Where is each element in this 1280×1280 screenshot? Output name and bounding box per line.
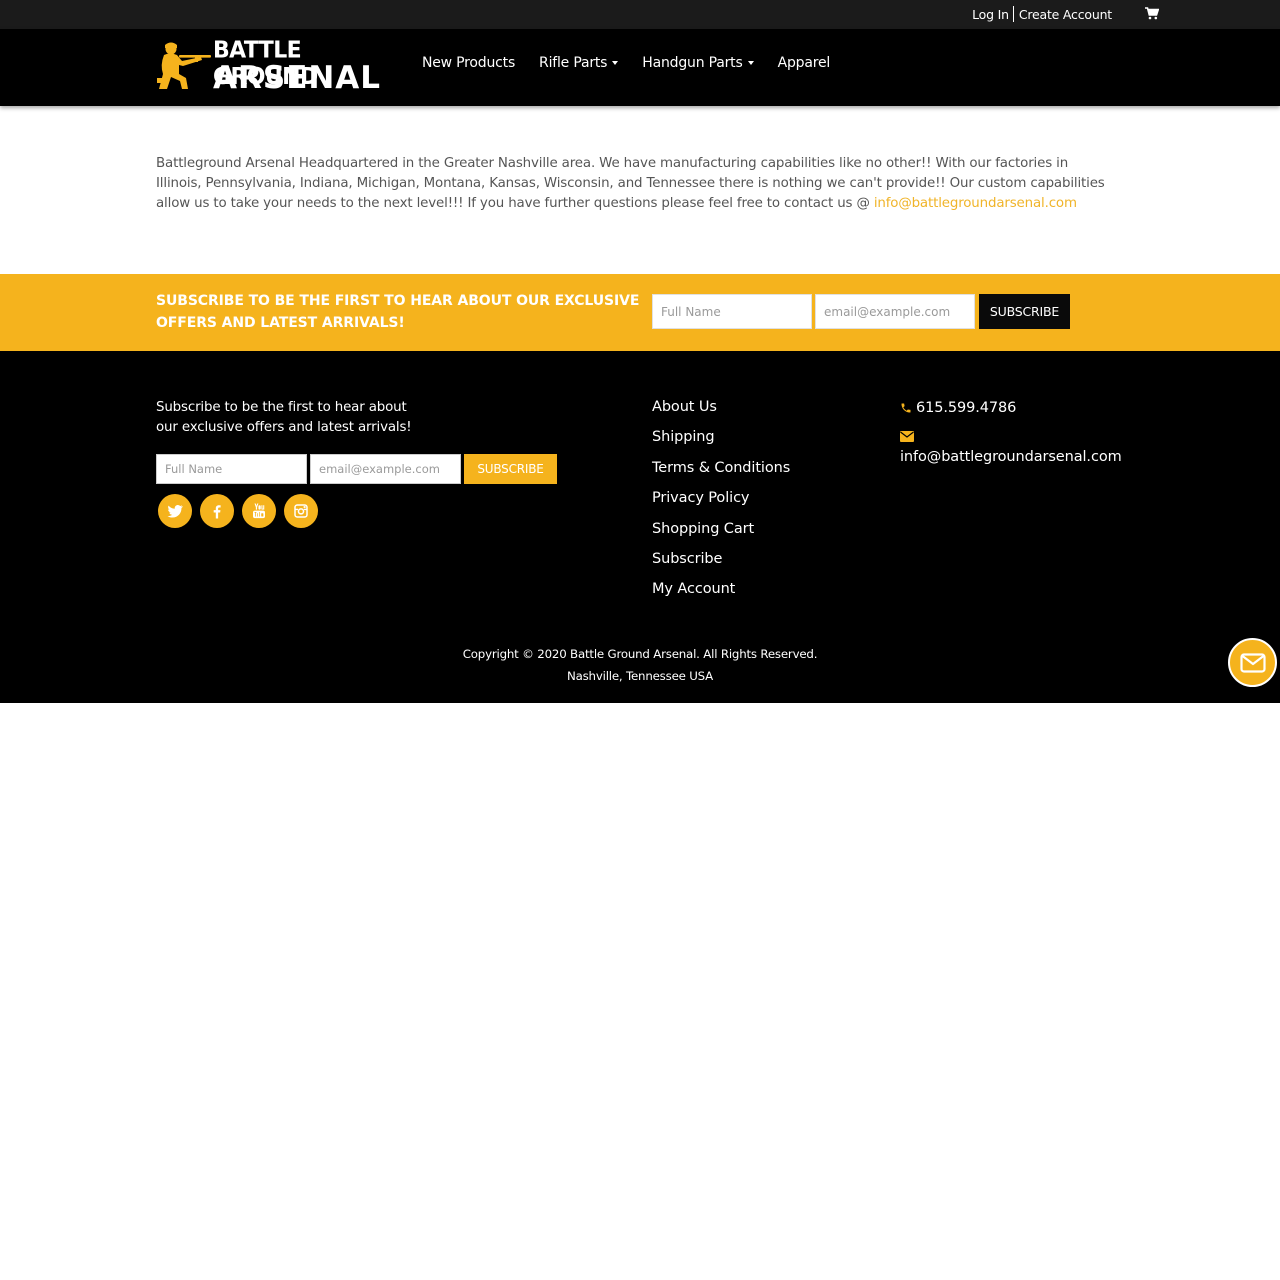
nav-label: Apparel	[777, 55, 831, 71]
subscribe-headline: SUBSCRIBE TO BE THE FIRST TO HEAR ABOUT …	[156, 293, 640, 331]
caret-down-icon	[612, 61, 619, 65]
nav-apparel[interactable]: Apparel	[777, 55, 831, 71]
nav-label: Handgun Parts	[642, 55, 743, 71]
site-logo[interactable]: BATTLE GROUND ARSENAL	[155, 38, 387, 97]
nav-label: Rifle Parts	[539, 55, 608, 71]
footer-link-shipping[interactable]: Shipping	[652, 429, 790, 459]
social-links	[158, 494, 326, 528]
subscribe-band: SUBSCRIBE TO BE THE FIRST TO HEAR ABOUT …	[0, 274, 1280, 351]
nav-label: New Products	[422, 55, 516, 71]
soldier-logo-icon	[157, 42, 211, 89]
shopping-cart-icon[interactable]	[1145, 7, 1159, 20]
main-nav: New Products Rifle Parts Handgun Parts A…	[422, 55, 854, 71]
create-account-link[interactable]: Create Account	[1019, 7, 1112, 22]
band-subscribe-button[interactable]: SUBSCRIBE	[979, 294, 1070, 329]
footer-link-shopping-cart[interactable]: Shopping Cart	[652, 521, 790, 551]
main-header: BATTLE GROUND ARSENAL New Products Rifle…	[0, 29, 1280, 106]
copyright-line2: Nashville, Tennessee USA	[566, 669, 714, 683]
phone-number: 615.599.4786	[916, 400, 1017, 416]
band-email-input[interactable]	[815, 294, 975, 329]
band-full-name-input[interactable]	[652, 294, 812, 329]
chat-widget-button[interactable]	[1228, 638, 1277, 687]
login-link[interactable]: Log In	[972, 7, 1009, 22]
twitter-link[interactable]	[158, 494, 192, 528]
footer-links: About Us Shipping Terms & Conditions Pri…	[652, 399, 790, 612]
account-divider	[1012, 6, 1014, 22]
nav-rifle-parts[interactable]: Rifle Parts	[539, 55, 619, 71]
youtube-link[interactable]	[242, 494, 276, 528]
footer-email-input[interactable]	[310, 454, 461, 484]
nav-new-products[interactable]: New Products	[422, 55, 515, 71]
instagram-icon	[294, 504, 308, 518]
twitter-icon	[167, 504, 184, 518]
footer-link-about-us[interactable]: About Us	[652, 399, 790, 429]
envelope-icon	[1239, 652, 1266, 673]
footer-link-terms[interactable]: Terms & Conditions	[652, 460, 790, 490]
phone-row[interactable]: 615.599.4786	[900, 400, 1122, 416]
facebook-link[interactable]	[200, 494, 234, 528]
footer-subscribe-button[interactable]: SUBSCRIBE	[464, 454, 557, 484]
intro-email-link[interactable]: info@battlegroundarsenal.com	[874, 196, 1077, 211]
instagram-link[interactable]	[284, 494, 318, 528]
footer-link-my-account[interactable]: My Account	[652, 581, 790, 611]
footer-link-subscribe[interactable]: Subscribe	[652, 551, 790, 581]
facebook-icon	[213, 505, 221, 519]
copyright: Copyright © 2020 Battle Ground Arsenal. …	[0, 643, 1280, 687]
caret-down-icon	[747, 61, 754, 65]
intro-paragraph: Battleground Arsenal Headquartered in th…	[156, 154, 1116, 214]
footer-subscribe-text: Subscribe to be the first to hear about …	[156, 400, 412, 435]
footer-full-name-input[interactable]	[156, 454, 307, 484]
footer-link-privacy[interactable]: Privacy Policy	[652, 490, 790, 520]
site-footer: Subscribe to be the first to hear about …	[0, 351, 1280, 703]
contact-email[interactable]: info@battlegroundarsenal.com	[900, 449, 1122, 465]
logo-line2: ARSENAL	[213, 60, 382, 96]
top-bar: Log In Create Account	[0, 0, 1280, 29]
contact-info: 615.599.4786 info@battlegroundarsenal.co…	[900, 400, 1122, 465]
phone-icon	[901, 403, 911, 413]
account-links: Log In Create Account	[972, 6, 1112, 22]
nav-handgun-parts[interactable]: Handgun Parts	[642, 55, 754, 71]
youtube-icon	[253, 503, 265, 519]
copyright-line1: Copyright © 2020 Battle Ground Arsenal. …	[462, 647, 818, 661]
envelope-icon	[900, 431, 914, 442]
